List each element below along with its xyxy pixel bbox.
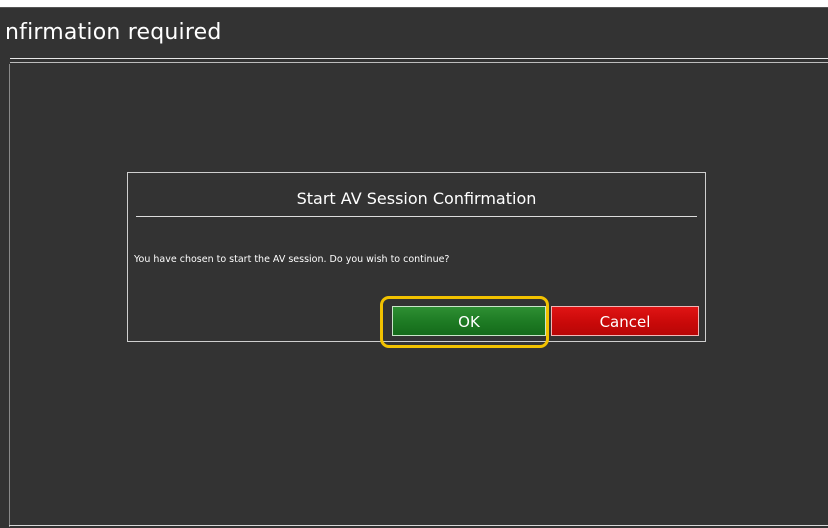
page-title: nfirmation required	[5, 20, 222, 45]
cancel-button[interactable]: Cancel	[551, 306, 699, 336]
ok-button[interactable]: OK	[392, 306, 546, 336]
header-divider	[10, 58, 828, 59]
dialog-message: You have chosen to start the AV session.…	[134, 254, 450, 265]
dialog-title: Start AV Session Confirmation	[296, 189, 537, 208]
header-divider-secondary	[10, 62, 828, 63]
header-bar: nfirmation required	[0, 8, 828, 58]
bottom-divider	[9, 525, 828, 526]
confirmation-dialog: Start AV Session Confirmation You have c…	[127, 172, 706, 342]
dialog-title-divider	[136, 216, 697, 217]
